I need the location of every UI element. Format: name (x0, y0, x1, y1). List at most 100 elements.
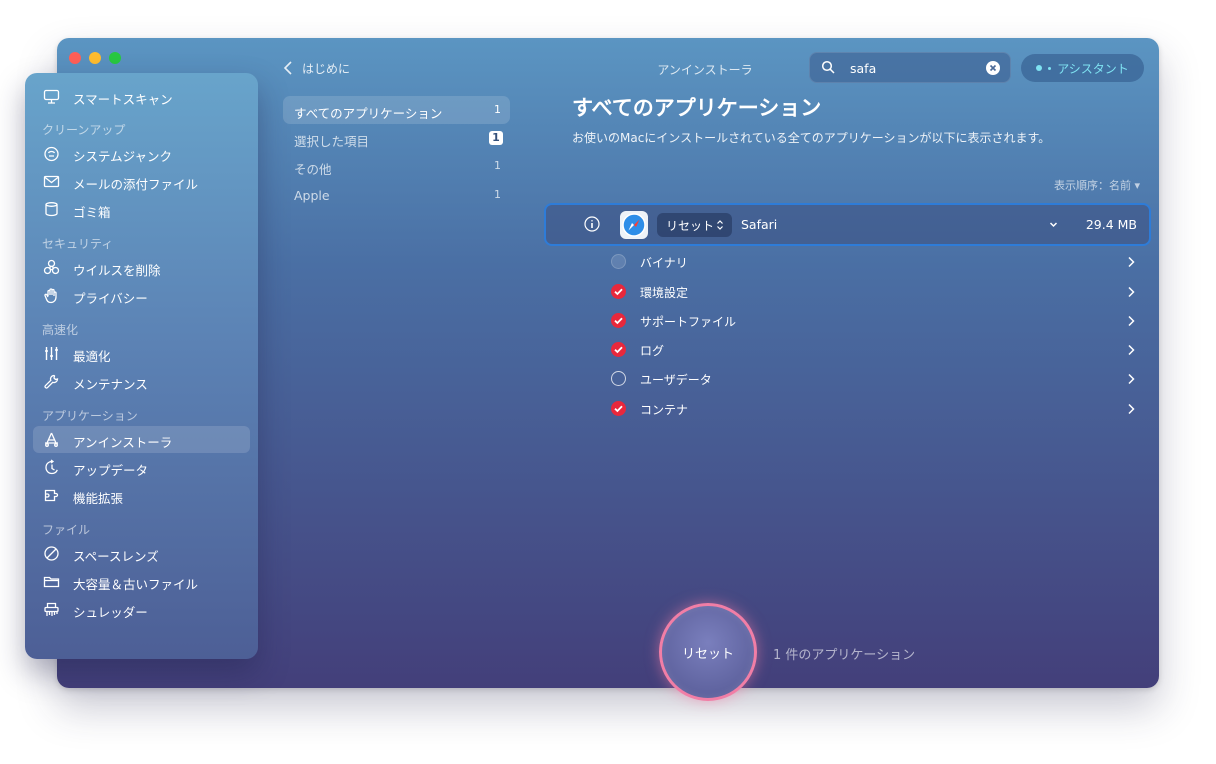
clear-search-icon[interactable] (986, 61, 1000, 75)
category-count: 1 (494, 188, 501, 201)
chevron-down-icon[interactable] (1048, 219, 1059, 230)
close-window-button[interactable] (69, 52, 81, 64)
search-icon (821, 60, 835, 74)
checkmark-icon (614, 346, 623, 354)
reset-button[interactable]: リセット (659, 603, 757, 701)
checkmark-icon (614, 317, 623, 325)
list-item-binaries[interactable]: バイナリ (611, 251, 1139, 273)
minimize-window-button[interactable] (89, 52, 101, 64)
sidebar-section-files: ファイル (42, 523, 91, 537)
category-label: 選択した項目 (294, 134, 370, 149)
app-action-label: リセット (666, 219, 715, 233)
sidebar-item-label: 機能拡張 (73, 491, 124, 506)
sidebar-item-label: スペースレンズ (73, 549, 159, 564)
app-row-safari[interactable]: リセット Safari 29.4 MB (544, 203, 1151, 246)
assistant-label: アシスタント (1057, 61, 1129, 76)
checkbox[interactable] (611, 401, 626, 416)
checkbox[interactable] (611, 342, 626, 357)
sidebar-item-privacy[interactable]: プライバシー (33, 282, 250, 309)
sidebar-item-optimization[interactable]: 最適化 (33, 340, 250, 367)
assistant-dot-icon (1036, 65, 1043, 71)
sidebar-item-extensions[interactable]: 機能拡張 (33, 482, 250, 509)
assistant-button[interactable]: アシスタント (1021, 54, 1144, 82)
sidebar-item-mail-attachments[interactable]: メールの添付ファイル (33, 168, 250, 195)
chevron-left-icon (283, 61, 292, 75)
sidebar-item-label: メンテナンス (73, 377, 148, 392)
sidebar-item-label: 最適化 (73, 349, 111, 364)
search-input[interactable] (850, 58, 980, 78)
sidebar-section-applications: アプリケーション (42, 409, 138, 423)
sidebar-item-label: 大容量＆古いファイル (73, 577, 199, 592)
category-other[interactable]: その他 1 (283, 152, 510, 180)
shredder-icon (43, 601, 60, 618)
sidebar-item-malware-removal[interactable]: ウイルスを削除 (33, 254, 250, 281)
chevron-right-icon[interactable] (1127, 403, 1135, 415)
sidebar-item-updater[interactable]: アップデータ (33, 454, 250, 481)
trash-icon (43, 201, 60, 218)
biohazard-icon (43, 259, 60, 276)
list-item-label: コンテナ (640, 403, 689, 417)
list-item-user-data[interactable]: ユーザデータ (611, 368, 1139, 390)
sidebar-section-speed: 高速化 (42, 323, 79, 337)
sidebar-item-label: ウイルスを削除 (73, 263, 161, 278)
list-item-label: バイナリ (640, 256, 688, 270)
list-item-preferences[interactable]: 環境設定 (611, 281, 1139, 303)
list-item-label: 環境設定 (640, 286, 689, 300)
search-box (809, 52, 1011, 83)
checkbox[interactable] (611, 284, 626, 299)
updown-chevron-icon (717, 220, 723, 230)
list-item-label: ユーザデータ (640, 373, 712, 387)
sidebar-item-label: ゴミ箱 (73, 205, 111, 220)
junk-icon (43, 145, 60, 162)
chevron-right-icon[interactable] (1127, 286, 1135, 298)
wrench-icon (43, 373, 60, 390)
sidebar-item-space-lens[interactable]: スペースレンズ (33, 540, 250, 567)
app-size: 29.4 MB (1085, 217, 1137, 232)
category-selected[interactable]: 選択した項目 1 (283, 124, 510, 152)
info-icon[interactable] (584, 216, 600, 232)
sidebar: スマートスキャン クリーンアップ システムジャンク メールの添付ファイル ゴミ箱… (25, 73, 258, 659)
chevron-right-icon[interactable] (1127, 344, 1135, 356)
back-button[interactable]: はじめに (283, 59, 350, 77)
checkmark-icon (614, 288, 623, 296)
sidebar-item-shredder[interactable]: シュレッダー (33, 596, 250, 623)
space-lens-icon (43, 545, 60, 562)
checkbox[interactable] (611, 371, 626, 386)
sidebar-item-label: アンインストーラ (73, 435, 173, 450)
sidebar-item-label: メールの添付ファイル (73, 177, 199, 192)
list-item-containers[interactable]: コンテナ (611, 398, 1139, 420)
sidebar-item-maintenance[interactable]: メンテナンス (33, 368, 250, 395)
checkmark-icon (614, 405, 623, 413)
safari-icon (620, 211, 648, 239)
assistant-dot-icon (1048, 66, 1052, 70)
app-name: Safari (741, 217, 778, 232)
checkbox[interactable] (611, 254, 626, 269)
list-item-support-files[interactable]: サポートファイル (611, 310, 1139, 332)
chevron-right-icon[interactable] (1127, 373, 1135, 385)
zoom-window-button[interactable] (109, 52, 121, 64)
category-label: その他 (294, 162, 332, 177)
page-subtitle: お使いのMacにインストールされている全てのアプリケーションが以下に表示されます… (572, 131, 1051, 145)
list-item-logs[interactable]: ログ (611, 339, 1139, 361)
category-all-applications[interactable]: すべてのアプリケーション 1 (283, 96, 510, 124)
category-count-badge: 1 (489, 131, 503, 145)
sidebar-item-system-junk[interactable]: システムジャンク (33, 140, 250, 167)
checkbox[interactable] (611, 313, 626, 328)
chevron-right-icon[interactable] (1127, 315, 1135, 327)
sidebar-item-smart-scan[interactable]: スマートスキャン (33, 83, 250, 110)
monitor-icon (43, 88, 60, 105)
category-label: すべてのアプリケーション (294, 106, 443, 121)
sidebar-item-label: プライバシー (73, 291, 148, 306)
category-apple[interactable]: Apple 1 (283, 181, 510, 209)
app-action-select[interactable]: リセット (657, 213, 732, 237)
chevron-right-icon[interactable] (1127, 256, 1135, 268)
updater-icon (43, 459, 60, 476)
sidebar-section-security: セキュリティ (42, 237, 114, 251)
sidebar-item-uninstaller[interactable]: アンインストーラ (33, 426, 250, 453)
sidebar-item-label: スマートスキャン (73, 92, 173, 107)
sort-order-dropdown[interactable]: 表示順序：名前 ▾ (1010, 177, 1140, 193)
sidebar-item-trash[interactable]: ゴミ箱 (33, 196, 250, 223)
sidebar-item-large-old-files[interactable]: 大容量＆古いファイル (33, 568, 250, 595)
uninstaller-icon (43, 431, 60, 448)
category-count: 1 (494, 103, 501, 116)
